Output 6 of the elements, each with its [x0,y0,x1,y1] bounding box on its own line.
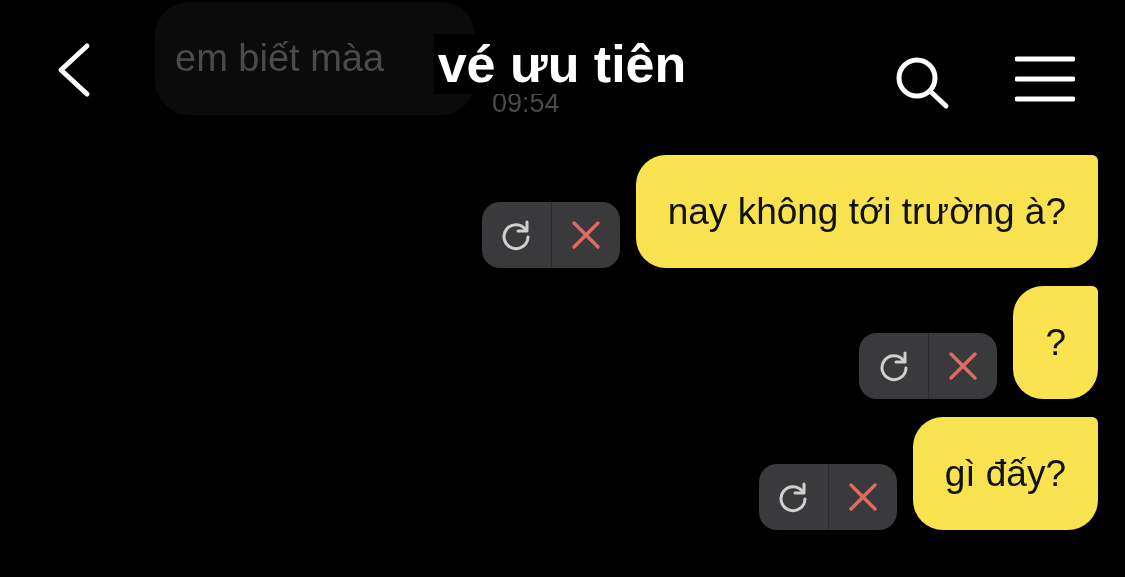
search-icon[interactable] [895,56,951,110]
message-bubble: gì đấy? [912,417,1098,530]
faded-message-text: em biết màa [175,37,385,80]
message-bubble: nay không tới trường à? [635,155,1098,268]
menu-icon[interactable] [1015,56,1075,102]
message-bubble: ? [1013,286,1098,399]
